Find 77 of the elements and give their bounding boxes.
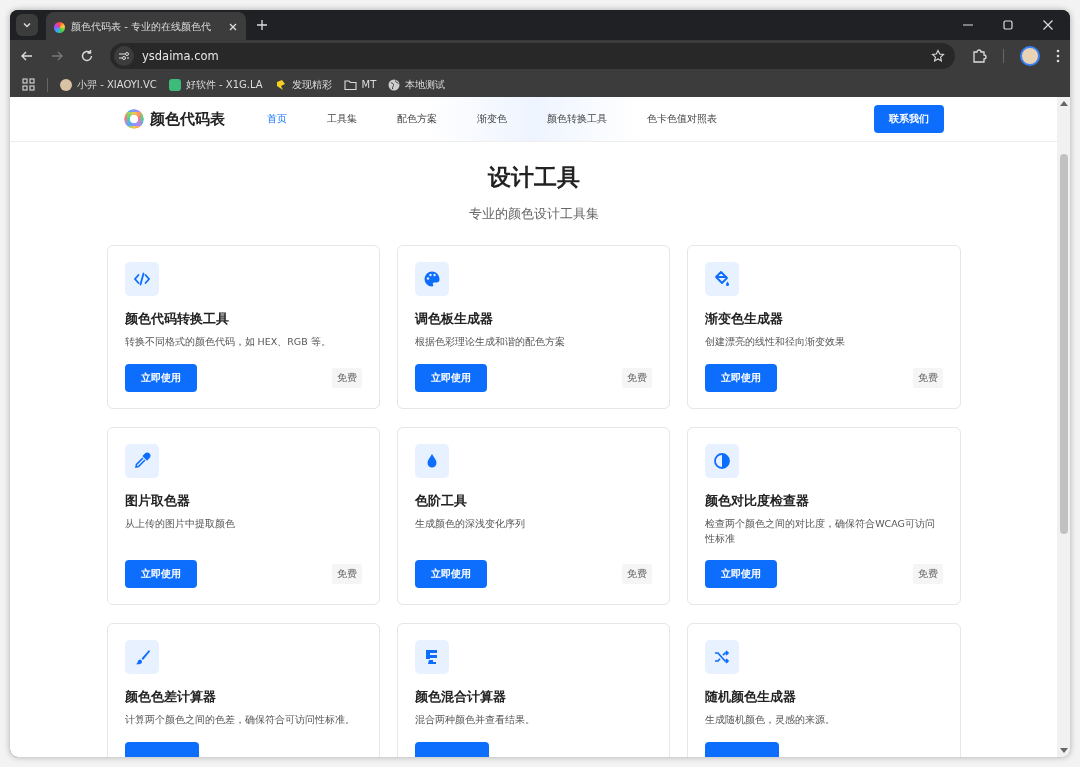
chevron-down-icon (22, 20, 32, 30)
paint-bucket-icon (713, 270, 732, 288)
use-now-button[interactable]: 立即使用 (705, 364, 778, 392)
bookmark-item[interactable]: 好软件 - X1G.LA (168, 77, 263, 92)
new-tab-icon[interactable] (256, 19, 268, 31)
use-now-button[interactable]: 立即使用 (124, 560, 197, 589)
tool-description: 转换不同格式的颜色代码，如 HEX、RGB 等。 (124, 335, 332, 349)
page-subheading: 专业的颜色设计工具集 (467, 205, 600, 223)
tool-title: 色阶工具 (414, 492, 468, 510)
code-icon (132, 270, 151, 288)
tool-description: 检查两个颜色之间的对比度，确保符合WCAG可访问性标准 (705, 517, 936, 547)
tool-description: 创建漂亮的线性和径向渐变效果 (705, 335, 847, 349)
tool-title: 颜色代码转换工具 (124, 310, 230, 328)
bookmark-item[interactable]: MT (343, 78, 377, 91)
nav-link[interactable]: 首页 (246, 112, 307, 126)
nav-link[interactable]: 颜色转换工具 (526, 112, 627, 126)
reload-icon[interactable] (80, 49, 94, 63)
avatar-icon (60, 78, 72, 91)
use-now-button[interactable]: 立即使用 (124, 364, 197, 392)
address-bar[interactable]: ysdaima.com (110, 43, 955, 69)
profile-avatar[interactable] (1020, 46, 1040, 66)
back-arrow-icon[interactable] (20, 49, 34, 63)
tool-title: 图片取色器 (124, 492, 191, 510)
apps-grid-icon[interactable] (22, 78, 35, 91)
site-settings-icon[interactable] (114, 46, 134, 66)
use-now-button[interactable]: 立即使用 (414, 560, 487, 589)
tool-title: 调色板生成器 (414, 310, 494, 328)
bookmark-item[interactable]: 小羿 - XIAOYI.VC (60, 77, 157, 92)
nav-link[interactable]: 配色方案 (376, 112, 457, 126)
folder-icon (343, 78, 357, 91)
bookmark-item[interactable]: 发现精彩 (274, 77, 332, 92)
close-icon[interactable] (1042, 19, 1054, 31)
tool-description: 生成颜色的深浅变化序列 (414, 517, 526, 531)
contrast-icon (713, 452, 732, 470)
eyedropper-icon (132, 452, 151, 470)
star-icon[interactable] (931, 49, 945, 63)
app-icon (168, 78, 181, 91)
scrollbar[interactable] (1057, 97, 1070, 757)
forward-arrow-icon[interactable] (50, 49, 64, 63)
tool-description: 生成随机颜色，灵感的来源。 (705, 713, 837, 728)
palette-icon (422, 270, 441, 288)
url-text: ysdaima.com (142, 49, 219, 63)
nav-link[interactable]: 渐变色 (456, 112, 527, 126)
tool-description: 根据色彩理论生成和谐的配色方案 (414, 335, 566, 349)
close-icon[interactable] (228, 22, 238, 32)
color-wheel-icon (54, 21, 65, 33)
browser-tab[interactable]: 颜色代码表 - 专业的在线颜色代 (46, 12, 246, 42)
nav-link[interactable]: 工具集 (306, 112, 377, 126)
free-badge: 免费 (331, 368, 362, 388)
bookmark-item[interactable]: 本地测试 (388, 77, 446, 92)
tool-title: 渐变色生成器 (705, 310, 785, 328)
nav-link[interactable]: 色卡色值对照表 (626, 112, 737, 126)
puzzle-icon[interactable] (971, 48, 987, 64)
free-badge: 免费 (912, 564, 943, 585)
use-now-button[interactable]: 立即使用 (705, 560, 778, 589)
contact-button[interactable]: 联系我们 (873, 105, 944, 133)
page-heading: 设计工具 (486, 163, 581, 192)
spark-icon (274, 78, 287, 91)
tool-title: 颜色色差计算器 (124, 688, 217, 707)
maximize-icon[interactable] (1002, 19, 1014, 31)
free-badge: 免费 (622, 564, 653, 585)
tool-title: 随机颜色生成器 (705, 688, 798, 707)
color-ring-logo-icon[interactable] (123, 109, 144, 129)
tool-description: 混合两种颜色并查看结果。 (414, 713, 536, 728)
tool-description: 计算两个颜色之间的色差，确保符合可访问性标准。 (124, 713, 356, 728)
free-badge: 免费 (912, 368, 943, 388)
more-menu-icon[interactable] (1056, 49, 1060, 63)
site-logo-text[interactable]: 颜色代码表 (149, 109, 225, 129)
tab-title: 颜色代码表 - 专业的在线颜色代 (71, 20, 212, 34)
tool-description: 从上传的图片中提取颜色 (124, 517, 236, 531)
free-badge: 免费 (622, 368, 653, 388)
tool-title: 颜色混合计算器 (414, 688, 507, 707)
tab-search-button[interactable] (16, 14, 38, 36)
free-badge: 免费 (331, 564, 362, 585)
globe-icon (388, 78, 401, 91)
tool-title: 颜色对比度检查器 (705, 492, 811, 510)
use-now-button[interactable]: 立即使用 (414, 364, 487, 392)
